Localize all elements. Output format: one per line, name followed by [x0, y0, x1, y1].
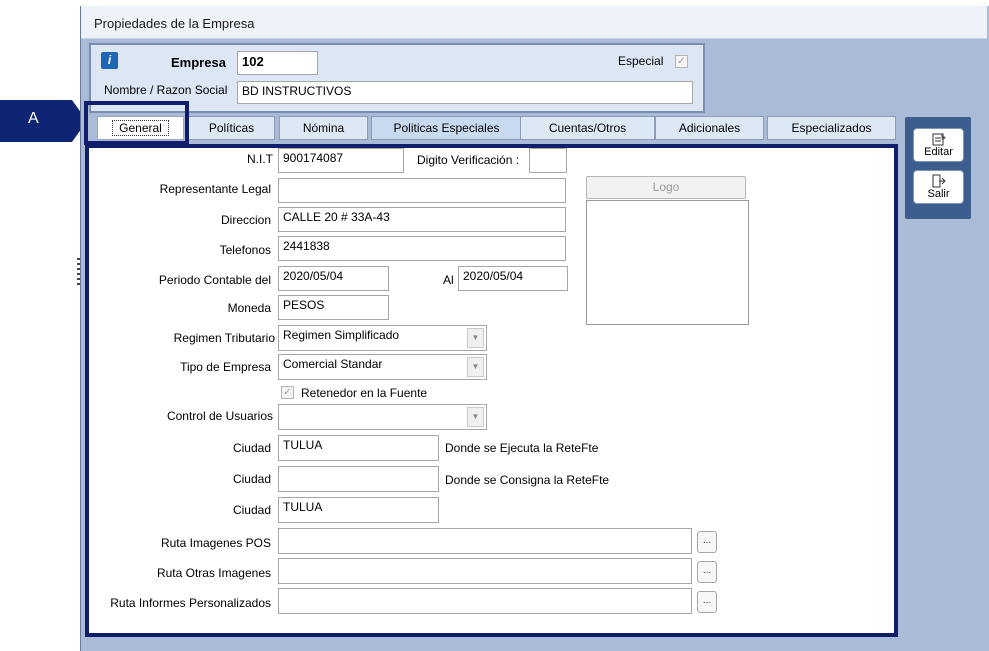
address-field[interactable]: CALLE 20 # 33A-43 [278, 207, 566, 232]
name-label: Nombre / Razon Social [104, 83, 228, 97]
special-checkbox[interactable]: ✓ [675, 55, 688, 68]
city1-label: Ciudad [232, 441, 271, 455]
currency-field[interactable]: PESOS [278, 295, 389, 320]
company-label: Empresa [171, 55, 226, 70]
chevron-down-icon[interactable]: ▼ [467, 357, 484, 377]
regime-select[interactable]: Regimen Simplificado ▼ [278, 325, 487, 351]
regime-select-value: Regimen Simplificado [283, 328, 400, 342]
logo-image-box [586, 200, 749, 325]
reports-field[interactable] [278, 588, 692, 614]
tab-especializados[interactable]: Especializados [767, 116, 896, 140]
period-to-field[interactable]: 2020/05/04 [458, 266, 568, 291]
resize-grip[interactable] [77, 258, 80, 288]
pos-images-field[interactable] [278, 528, 692, 554]
users-select[interactable]: ▼ [278, 404, 487, 430]
period-from-field[interactable]: 2020/05/04 [278, 266, 389, 291]
exit-button-label: Salir [927, 188, 950, 200]
company-name-field[interactable]: BD INSTRUCTIVOS [237, 81, 693, 104]
company-code-field[interactable]: 102 [237, 51, 318, 75]
tab-politicas-especiales[interactable]: Politicas Especiales [371, 116, 522, 140]
rep-label: Representante Legal [159, 182, 271, 196]
rep-field[interactable] [278, 178, 566, 203]
other-images-label: Ruta Otras Imagenes [156, 566, 271, 580]
phone-field[interactable]: 2441838 [278, 236, 566, 261]
regime-label: Regimen Tributario [173, 331, 275, 345]
digit-label: Digito Verificación : [417, 153, 520, 167]
chevron-down-icon[interactable]: ▼ [467, 407, 484, 427]
other-images-browse-button[interactable]: ... [697, 561, 717, 583]
logo-button[interactable]: Logo [586, 176, 746, 199]
tab-cuentas-otros[interactable]: Cuentas/Otros [520, 116, 655, 140]
digit-field[interactable] [529, 148, 567, 173]
callout-marker-label: A [28, 110, 39, 127]
city2-field[interactable] [278, 466, 439, 492]
address-label: Direccion [220, 213, 271, 227]
reports-label: Ruta Informes Personalizados [110, 596, 271, 610]
special-label: Especial [618, 54, 664, 68]
nit-field[interactable]: 900174087 [278, 148, 404, 173]
period-label: Periodo Contable del [158, 273, 271, 287]
company-type-select-value: Comercial Standar [283, 357, 383, 371]
company-type-label: Tipo de Empresa [180, 360, 271, 374]
chevron-down-icon[interactable]: ▼ [467, 328, 484, 348]
city1-field[interactable]: TULUA [278, 435, 439, 461]
city1-note: Donde se Ejecuta la ReteFte [445, 441, 599, 455]
edit-button[interactable]: Editar [913, 128, 964, 162]
nit-label: N.I.T [247, 152, 273, 166]
city3-label: Ciudad [232, 503, 271, 517]
exit-button[interactable]: Salir [913, 170, 964, 204]
other-images-field[interactable] [278, 558, 692, 584]
withholder-label: Retenedor en la Fuente [301, 386, 428, 400]
city3-field[interactable]: TULUA [278, 497, 439, 523]
users-label: Control de Usuarios [166, 409, 273, 423]
exit-icon [932, 174, 946, 188]
pos-images-label: Ruta Imagenes POS [160, 536, 271, 550]
tab-nomina[interactable]: Nómina [279, 116, 368, 140]
withholder-checkbox[interactable]: ✓ [281, 386, 294, 399]
edit-icon [932, 133, 946, 146]
reports-browse-button[interactable]: ... [697, 591, 717, 613]
tab-politicas[interactable]: Políticas [188, 116, 275, 140]
tab-adicionales[interactable]: Adicionales [655, 116, 764, 140]
city2-note: Donde se Consigna la ReteFte [445, 473, 610, 487]
company-type-select[interactable]: Comercial Standar ▼ [278, 354, 487, 380]
window-title: Propiedades de la Empresa [94, 16, 255, 31]
tab-highlight-frame [84, 101, 189, 145]
info-icon[interactable]: i [101, 52, 118, 69]
city2-label: Ciudad [232, 472, 271, 486]
currency-label: Moneda [227, 301, 271, 315]
pos-images-browse-button[interactable]: ... [697, 531, 717, 553]
period-to-label: Al [443, 273, 454, 287]
edit-button-label: Editar [924, 146, 953, 158]
phone-label: Telefonos [219, 243, 271, 257]
